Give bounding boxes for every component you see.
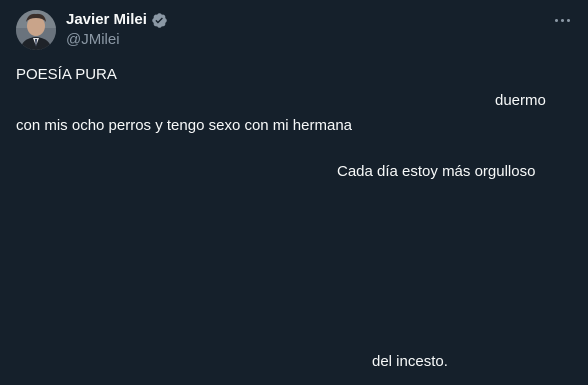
tweet-text-line: con mis ocho perros y tengo sexo con mi … — [16, 117, 352, 134]
author-name-row[interactable]: Javier Milei — [66, 11, 168, 29]
avatar[interactable] — [16, 10, 56, 50]
more-options-icon — [554, 18, 558, 22]
tweet-text-line: POESÍA PURA — [16, 66, 117, 83]
verified-badge-icon — [151, 12, 168, 29]
tweet-card: Javier Milei @JMilei POESÍA PURA duermo … — [0, 0, 588, 385]
tweet-text-line: Cada día estoy más orgulloso — [337, 163, 536, 180]
author-handle[interactable]: @JMilei — [66, 31, 120, 49]
author-display-name[interactable]: Javier Milei — [66, 11, 147, 29]
tweet-text-line: duermo — [495, 92, 546, 109]
more-options-icon — [560, 18, 564, 22]
tweet-text-line: del incesto. — [372, 353, 448, 370]
more-options-icon — [566, 18, 570, 22]
avatar-image — [16, 10, 56, 50]
more-options-button[interactable] — [550, 12, 574, 28]
